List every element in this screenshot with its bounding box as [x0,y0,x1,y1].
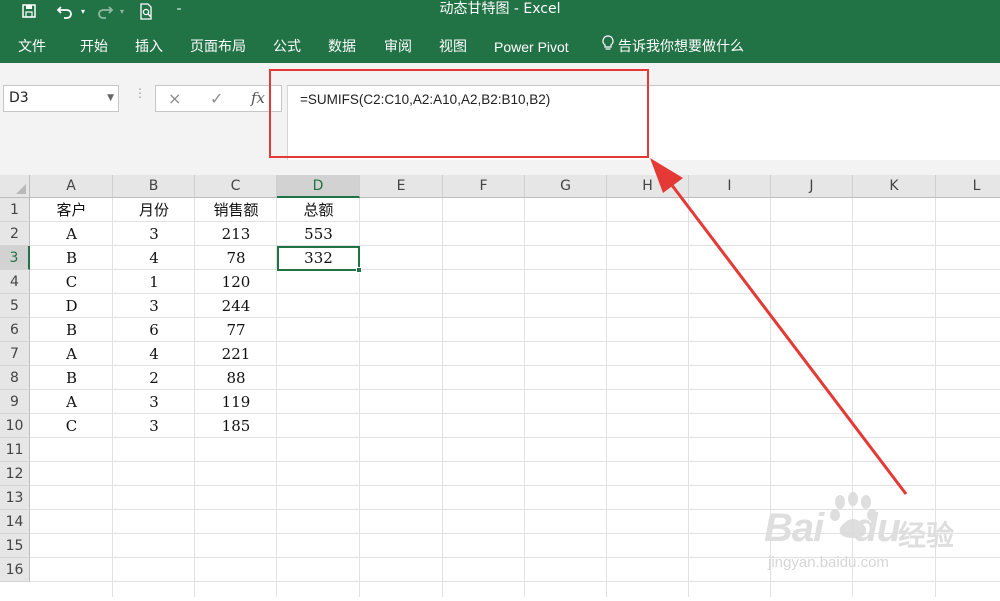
baidu-watermark: Bai du 经验 jingyan.baidu.com [760,488,1000,597]
watermark-url: jingyan.baidu.com [768,554,889,571]
watermark-brand: Bai du [764,506,901,550]
watermark-brand-cn: 经验 [898,519,955,552]
